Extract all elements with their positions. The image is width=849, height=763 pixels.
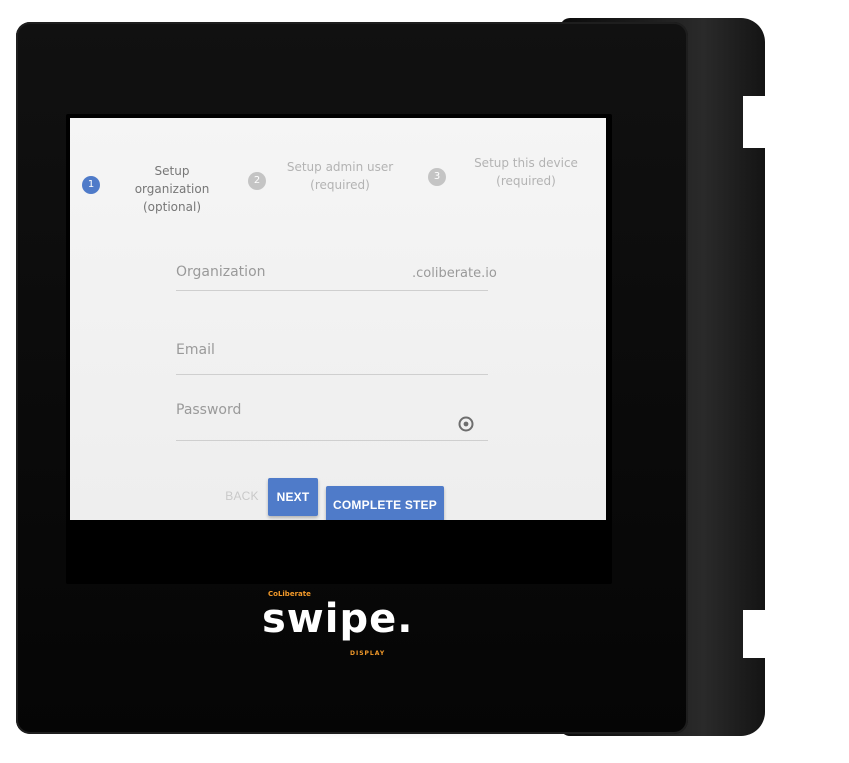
logo-wordmark: swipe. bbox=[262, 596, 414, 642]
stepper: 1 Setup organization (optional) 2 Setup … bbox=[70, 118, 606, 214]
organization-underline bbox=[176, 290, 488, 291]
touch-screen: 1 Setup organization (optional) 2 Setup … bbox=[66, 114, 612, 584]
side-notch-top bbox=[743, 96, 765, 148]
back-button[interactable]: BACK bbox=[222, 486, 262, 506]
setup-wizard: 1 Setup organization (optional) 2 Setup … bbox=[70, 118, 606, 520]
organization-field[interactable]: Organization .coliberate.io bbox=[176, 264, 497, 300]
password-placeholder: Password bbox=[176, 402, 242, 418]
complete-step-button[interactable]: COMPLETE STEP bbox=[326, 486, 444, 520]
step-3-number[interactable]: 3 bbox=[428, 168, 446, 186]
side-notch-bottom bbox=[743, 610, 765, 658]
organization-suffix: .coliberate.io bbox=[412, 266, 497, 281]
organization-placeholder: Organization bbox=[176, 264, 266, 280]
email-field[interactable]: Email bbox=[176, 342, 488, 382]
step-1-number[interactable]: 1 bbox=[82, 176, 100, 194]
step-3-subtitle: (required) bbox=[496, 174, 556, 188]
eye-icon[interactable] bbox=[458, 416, 474, 432]
next-button[interactable]: NEXT bbox=[268, 478, 318, 516]
password-underline bbox=[176, 440, 488, 441]
email-underline bbox=[176, 374, 488, 375]
step-2-number[interactable]: 2 bbox=[248, 172, 266, 190]
step-1-subtitle: (optional) bbox=[143, 200, 201, 214]
step-3-title: Setup this device bbox=[474, 156, 578, 170]
email-placeholder: Email bbox=[176, 342, 215, 358]
step-1-title: Setup organization bbox=[134, 164, 210, 196]
password-field[interactable]: Password bbox=[176, 402, 488, 446]
step-2-title: Setup admin user bbox=[286, 160, 394, 174]
step-2-subtitle: (required) bbox=[310, 178, 370, 192]
logo-brand-bottom: DISPLAY bbox=[350, 650, 386, 657]
step-2-label[interactable]: Setup admin user (required) bbox=[284, 158, 396, 194]
swipe-logo: CoLiberate swipe. DISPLAY bbox=[262, 590, 412, 662]
step-1-label[interactable]: Setup organization (optional) bbox=[116, 162, 228, 216]
step-3-label[interactable]: Setup this device (required) bbox=[466, 154, 586, 190]
